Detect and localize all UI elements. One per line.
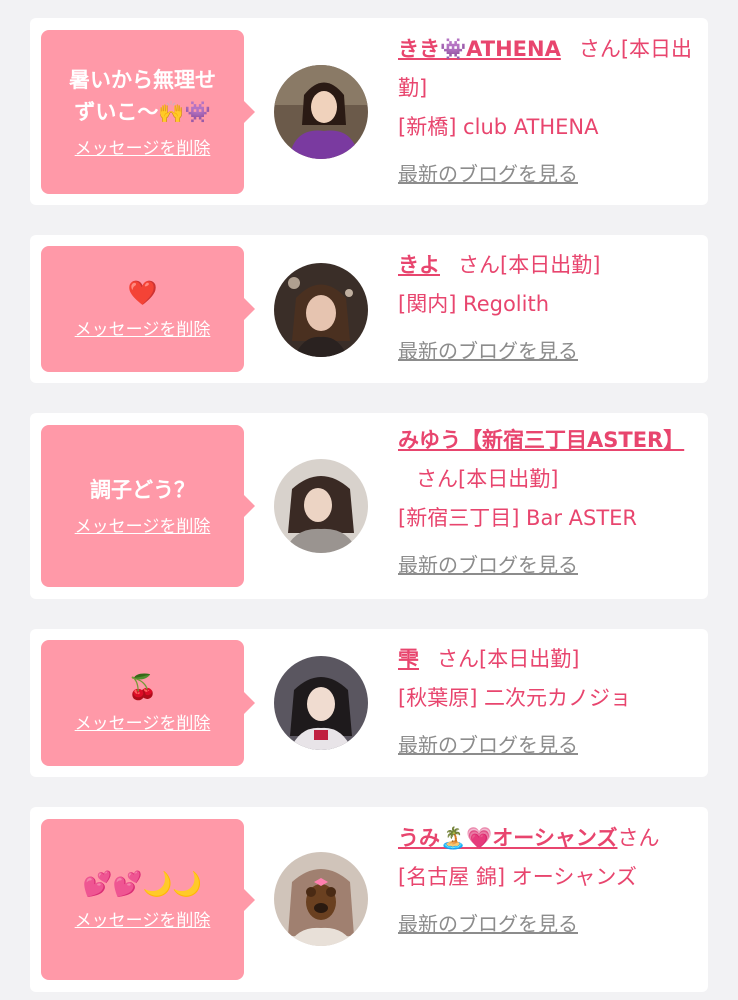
- profile-info: 雫さん[本日出勤] [秋葉原] 二次元カノジョ 最新のブログを見る: [398, 640, 698, 765]
- profile-name-link[interactable]: うみ🏝️💗オーシャンズ: [398, 826, 617, 850]
- latest-blog-link[interactable]: 最新のブログを見る: [398, 912, 578, 936]
- profile-name-link[interactable]: 雫: [398, 647, 419, 671]
- message-bubble: 💕💕🌙🌙 メッセージを削除: [41, 819, 255, 980]
- avatar[interactable]: [274, 459, 368, 553]
- message-text: 暑いから無理せずいこ〜🙌👾: [69, 68, 216, 124]
- profile-info: きよ さん[本日出勤] [関内] Regolith 最新のブログを見る: [398, 246, 698, 371]
- status-text: さん: [617, 826, 660, 850]
- profile-info: きき👾ATHENA さん[本日出勤] [新橋] club ATHENA 最新のブロ…: [398, 30, 698, 194]
- shop-text: [新宿三丁目] Bar ASTER: [398, 506, 638, 530]
- shop-text: [名古屋 錦] オーシャンズ: [398, 865, 637, 889]
- latest-blog-link[interactable]: 最新のブログを見る: [398, 733, 578, 757]
- shop-text: [関内] Regolith: [398, 292, 550, 316]
- profile-info: みゆう【新宿三丁目ASTER】さん[本日出勤] [新宿三丁目] Bar ASTE…: [398, 421, 698, 585]
- avatar[interactable]: [274, 656, 368, 750]
- status-text: さん[本日出勤]: [458, 253, 601, 277]
- message-text: 💕💕🌙🌙: [82, 869, 203, 898]
- message-text: 調子どう？: [90, 478, 195, 502]
- profile-info: うみ🏝️💗オーシャンズさん [名古屋 錦] オーシャンズ 最新のブログを見る: [398, 819, 698, 944]
- status-text: さん[本日出勤]: [437, 647, 580, 671]
- delete-message-link[interactable]: メッセージを削除: [75, 138, 211, 160]
- profile-name-link[interactable]: みゆう【新宿三丁目ASTER】: [398, 428, 684, 452]
- message-card: ❤️ メッセージを削除 きよ さん[本日出勤] [関内] Regolith 最新の…: [30, 235, 708, 383]
- delete-message-link[interactable]: メッセージを削除: [75, 910, 211, 932]
- message-card: 暑いから無理せずいこ〜🙌👾 メッセージを削除 きき👾ATHENA さん[本日出勤]…: [30, 18, 708, 205]
- message-text: 🍒: [127, 673, 158, 701]
- profile-name-link[interactable]: きよ: [398, 253, 440, 277]
- delete-message-link[interactable]: メッセージを削除: [75, 319, 211, 341]
- shop-text: [新橋] club ATHENA: [398, 115, 599, 139]
- avatar[interactable]: [274, 65, 368, 159]
- message-card: 調子どう？ メッセージを削除 みゆう【新宿三丁目ASTER】さん[本日出勤] […: [30, 413, 708, 599]
- message-text: ❤️: [127, 279, 158, 307]
- delete-message-link[interactable]: メッセージを削除: [75, 713, 211, 735]
- message-bubble: 🍒 メッセージを削除: [41, 640, 255, 766]
- message-list: 暑いから無理せずいこ〜🙌👾 メッセージを削除 きき👾ATHENA さん[本日出勤]…: [0, 0, 738, 1000]
- latest-blog-link[interactable]: 最新のブログを見る: [398, 162, 578, 186]
- avatar[interactable]: [274, 852, 368, 946]
- message-card: 💕💕🌙🌙 メッセージを削除 うみ🏝️💗オーシャンズさん [名古屋 錦] オーシャ…: [30, 807, 708, 992]
- shop-text: [秋葉原] 二次元カノジョ: [398, 686, 632, 710]
- avatar[interactable]: [274, 263, 368, 357]
- status-text: さん[本日出勤]: [416, 467, 559, 491]
- profile-name-link[interactable]: きき👾ATHENA: [398, 37, 561, 61]
- message-card: 🍒 メッセージを削除 雫さん[本日出勤] [秋葉原] 二次元カノジョ 最新のブロ…: [30, 629, 708, 777]
- delete-message-link[interactable]: メッセージを削除: [75, 516, 211, 538]
- message-bubble: ❤️ メッセージを削除: [41, 246, 255, 372]
- latest-blog-link[interactable]: 最新のブログを見る: [398, 339, 578, 363]
- message-bubble: 暑いから無理せずいこ〜🙌👾 メッセージを削除: [41, 30, 255, 194]
- latest-blog-link[interactable]: 最新のブログを見る: [398, 553, 578, 577]
- message-bubble: 調子どう？ メッセージを削除: [41, 425, 255, 587]
